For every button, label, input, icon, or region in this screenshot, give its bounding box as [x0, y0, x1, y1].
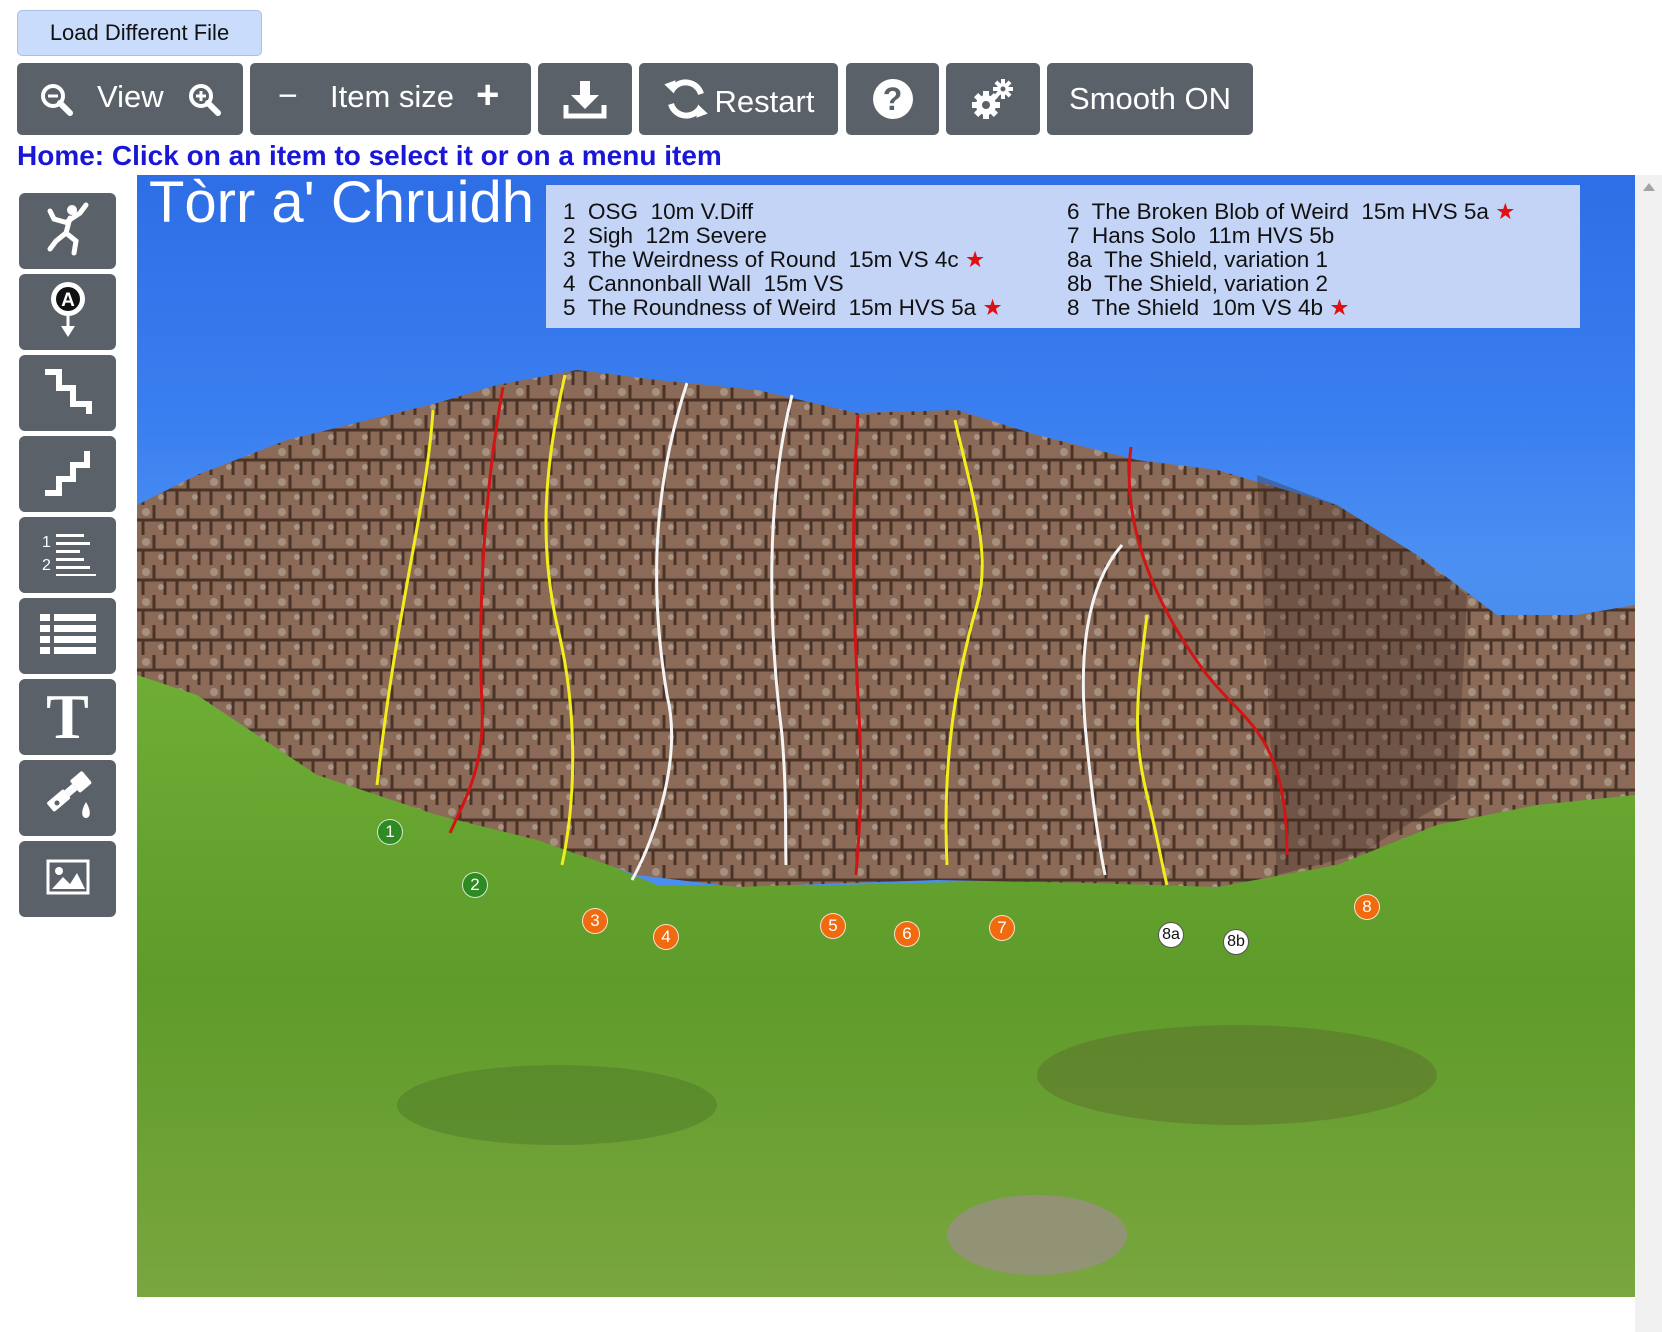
- route-marker-4[interactable]: 4: [653, 924, 679, 950]
- route-marker-5[interactable]: 5: [820, 913, 846, 939]
- zoom-in-icon[interactable]: [187, 82, 221, 116]
- paint-brush-icon: [40, 770, 96, 827]
- download-button[interactable]: [538, 63, 632, 135]
- vertical-scrollbar[interactable]: [1635, 175, 1662, 1332]
- numbered-list-icon: 1 2: [40, 530, 96, 581]
- item-size-group: − Item size +: [250, 63, 531, 135]
- legend-row-1: 1 OSG 10m V.Diff: [563, 199, 754, 224]
- line-down-steps-icon: [41, 366, 95, 421]
- sidebar-item-line-down[interactable]: [19, 355, 116, 431]
- legend-row-5: 5 The Roundness of Weird 15m HVS 5a ★: [563, 295, 1003, 320]
- sidebar-item-numbered-list[interactable]: 1 2: [19, 517, 116, 593]
- sidebar-item-image[interactable]: [19, 841, 116, 917]
- sidebar-item-text[interactable]: T: [19, 679, 116, 755]
- svg-text:1: 1: [42, 534, 51, 551]
- line-up-steps-icon: [41, 447, 95, 502]
- climber-icon: [40, 201, 96, 262]
- route-marker-8[interactable]: 8: [1354, 894, 1380, 920]
- route-marker-8b[interactable]: 8b: [1223, 929, 1249, 955]
- legend-row-7: 7 Hans Solo 11m HVS 5b: [1067, 223, 1335, 248]
- item-size-increase-button[interactable]: +: [476, 73, 499, 118]
- text-icon: T: [46, 681, 89, 752]
- view-zoom-group: View: [17, 63, 243, 135]
- route-marker-1[interactable]: 1: [377, 819, 403, 845]
- route-marker-8a[interactable]: 8a: [1158, 922, 1184, 948]
- zoom-out-icon[interactable]: [39, 82, 73, 116]
- legend-row-8b: 8b The Shield, variation 2: [1067, 271, 1329, 296]
- refresh-icon: [663, 76, 709, 122]
- legend-row-2: 2 Sigh 12m Severe: [563, 223, 767, 248]
- sidebar-item-paint[interactable]: [19, 760, 116, 836]
- item-size-decrease-button[interactable]: −: [278, 77, 298, 116]
- route-marker-3[interactable]: 3: [582, 908, 608, 934]
- restart-button[interactable]: Restart: [639, 63, 838, 135]
- image-icon: [46, 859, 90, 900]
- route-legend[interactable]: 1 OSG 10m V.Diff 2 Sigh 12m Severe 3 The…: [546, 185, 1580, 328]
- smooth-label: Smooth ON: [1069, 81, 1231, 116]
- legend-row-4: 4 Cannonball Wall 15m VS: [563, 271, 844, 296]
- load-different-file-button[interactable]: Load Different File: [17, 10, 262, 56]
- svg-text:2: 2: [42, 557, 51, 574]
- smooth-toggle-button[interactable]: Smooth ON: [1047, 63, 1253, 135]
- settings-button[interactable]: [946, 63, 1040, 135]
- star-icon: ★: [982, 295, 1003, 320]
- help-button[interactable]: ?: [846, 63, 939, 135]
- download-icon: [563, 79, 607, 119]
- item-size-label: Item size: [330, 79, 455, 114]
- crag-photo: [137, 370, 1635, 1297]
- legend-row-6: 6 The Broken Blob of Weird 15m HVS 5a ★: [1067, 199, 1516, 224]
- anchor-marker-icon: A: [45, 279, 91, 346]
- legend-row-8a: 8a The Shield, variation 1: [1067, 247, 1329, 272]
- legend-row-8: 8 The Shield 10m VS 4b ★: [1067, 295, 1350, 320]
- question-circle-icon: ?: [872, 79, 913, 119]
- restart-label: Restart: [714, 84, 815, 119]
- route-marker-2[interactable]: 2: [462, 872, 488, 898]
- star-icon: ★: [1329, 295, 1350, 320]
- svg-text:A: A: [61, 290, 75, 311]
- star-icon: ★: [964, 247, 986, 272]
- list-icon: [39, 613, 96, 659]
- star-icon: ★: [1495, 199, 1516, 224]
- sidebar-item-list[interactable]: [19, 598, 116, 674]
- gears-icon: [971, 77, 1015, 121]
- sidebar-item-climber[interactable]: [19, 193, 116, 269]
- sidebar-item-line-up[interactable]: [19, 436, 116, 512]
- status-message: Home: Click on an item to select it or o…: [17, 140, 722, 171]
- legend-row-3: 3 The Weirdness of Round 15m VS 4c ★: [563, 247, 986, 272]
- topo-title[interactable]: Tòrr a' Chruidh: [149, 175, 534, 236]
- topo-canvas[interactable]: Tòrr a' Chruidh 1 OSG 10m V.Diff 2 Sigh …: [137, 175, 1635, 1297]
- sidebar-item-anchor[interactable]: A: [19, 274, 116, 350]
- route-marker-7[interactable]: 7: [989, 915, 1015, 941]
- view-label: View: [97, 79, 164, 114]
- route-marker-6[interactable]: 6: [894, 921, 920, 947]
- scroll-up-arrow-icon[interactable]: [1643, 183, 1655, 191]
